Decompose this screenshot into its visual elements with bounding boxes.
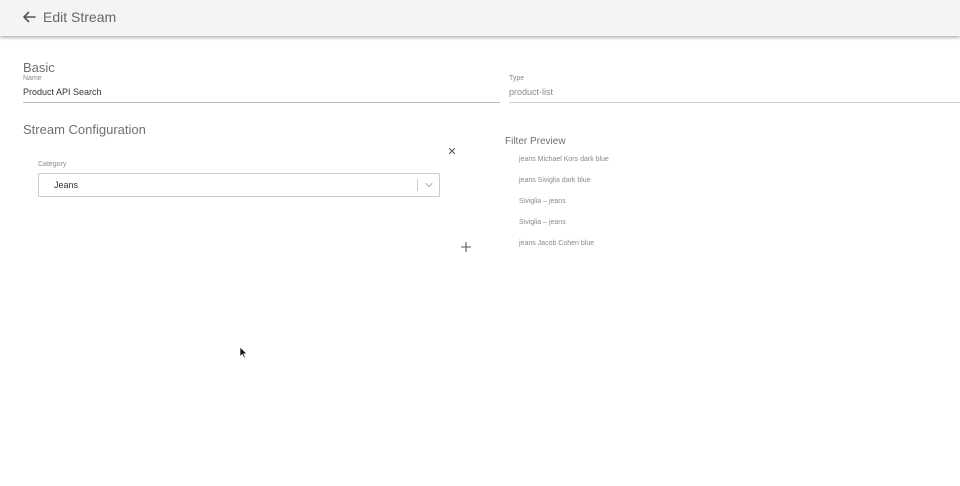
type-input: product-list [509,85,960,103]
filter-preview-item: Siviglia – jeans [519,219,566,226]
filter-preview-item: Siviglia – jeans [519,198,566,205]
filter-preview-item: jeans Jacob Cohen blue [519,240,595,247]
category-select-value: Jeans [54,180,79,190]
name-label: Name [23,75,42,82]
filter-preview-item: jeans Siviglia dark blue [519,177,591,184]
add-filter-button[interactable] [459,240,473,254]
chevron-down-icon[interactable] [424,180,434,190]
mouse-cursor-icon [239,346,248,359]
filter-preview-title: Filter Preview [505,136,566,147]
arrow-left-icon [23,11,36,23]
plus-icon [460,241,472,253]
filter-preview-list: jeans Michael Kors dark blue jeans Sivig… [519,154,609,259]
type-label: Type [509,75,525,82]
basic-section-title: Basic [23,60,55,75]
app-header: Edit Stream [0,0,960,36]
name-input[interactable]: Product API Search [23,85,500,103]
category-select[interactable]: Jeans [38,173,440,197]
stream-config-section-title: Stream Configuration [23,122,146,137]
back-button[interactable] [20,8,38,26]
type-input-value: product-list [509,87,554,97]
remove-filter-button[interactable] [446,144,458,156]
page-title: Edit Stream [43,9,117,25]
filter-preview-item: jeans Michael Kors dark blue [519,156,609,163]
name-input-value: Product API Search [23,87,102,97]
close-icon [448,147,456,155]
category-label: Category [38,161,67,168]
select-separator [417,179,418,191]
